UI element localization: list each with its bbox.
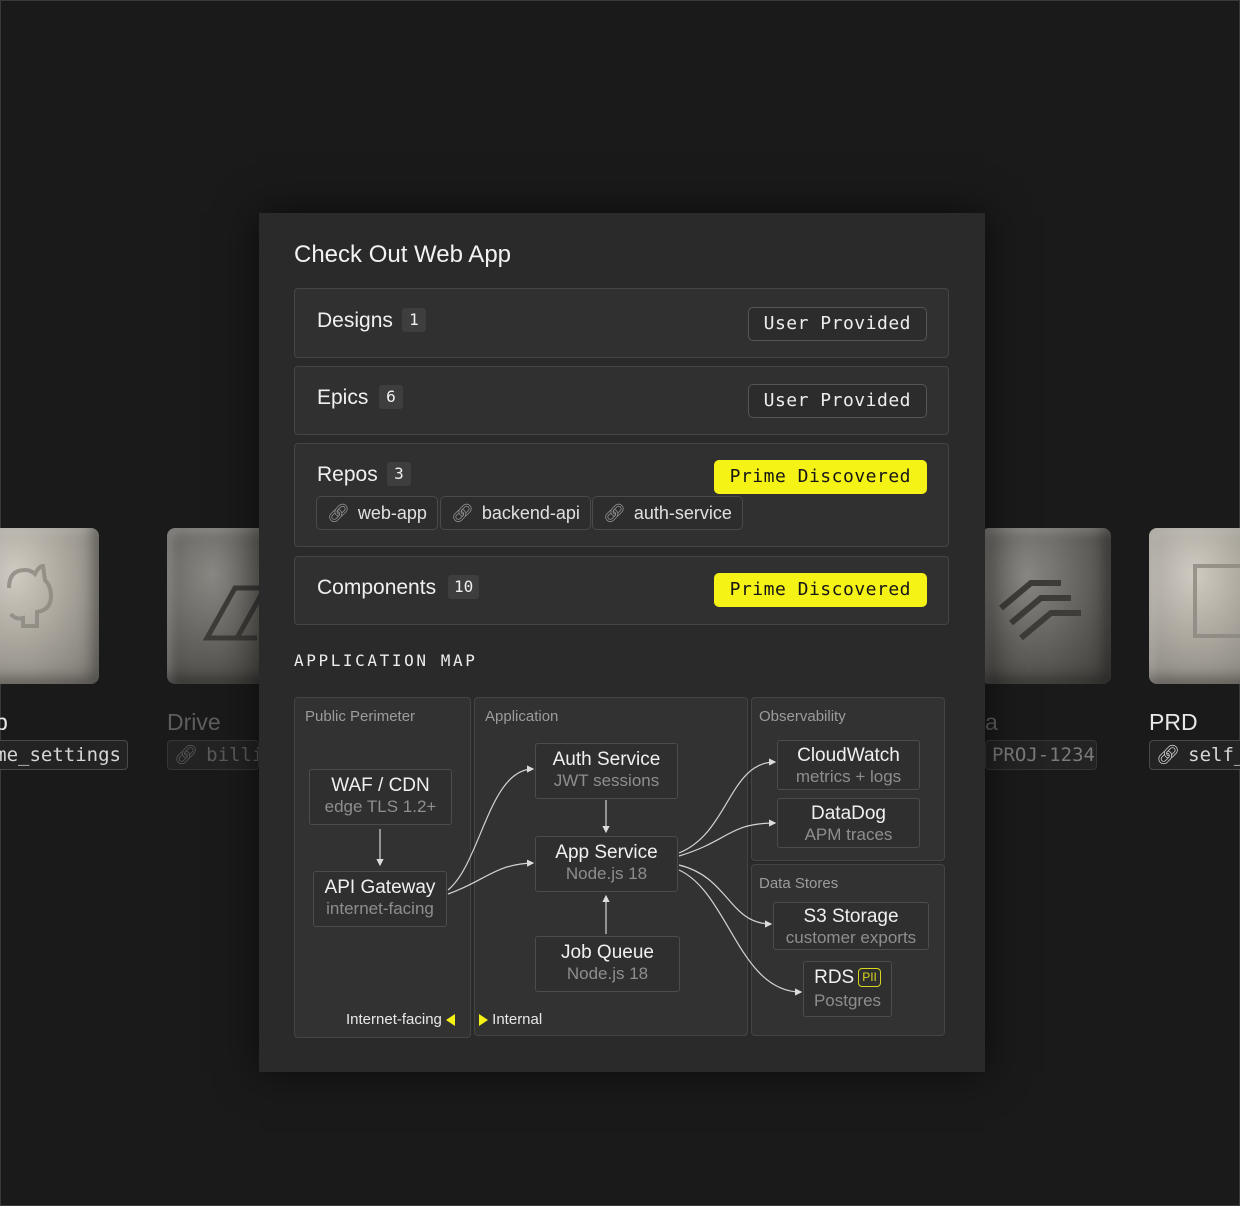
node-name: WAF / CDN xyxy=(331,775,430,796)
legend-label: Internal xyxy=(492,1011,543,1028)
application-map-title: APPLICATION MAP xyxy=(294,651,478,670)
node-sub: Node.js 18 xyxy=(566,964,649,983)
source-badge: Prime Discovered xyxy=(713,573,927,607)
arrow-left-icon xyxy=(446,1014,456,1027)
node-sub: Postgres xyxy=(813,991,882,1010)
node-sub: customer exports xyxy=(785,928,917,947)
node-name-text: RDS xyxy=(814,967,855,988)
node-sub: Node.js 18 xyxy=(565,864,648,883)
node-name: CloudWatch xyxy=(797,745,900,766)
node-s3-storage[interactable]: S3 Storage customer exports xyxy=(773,902,929,950)
row-title: Epics xyxy=(317,386,369,409)
node-cloudwatch[interactable]: CloudWatch metrics + logs xyxy=(777,740,920,790)
zone-title: Application xyxy=(485,708,559,725)
legend-internal: Internal xyxy=(479,1011,542,1028)
node-name: Auth Service xyxy=(552,749,661,770)
zone-title: Observability xyxy=(759,708,846,725)
link-icon: 🔗︎ xyxy=(603,502,626,523)
node-app-service[interactable]: App Service Node.js 18 xyxy=(535,836,678,892)
row-title: Repos xyxy=(317,463,378,486)
source-badge: User Provided xyxy=(747,384,927,418)
node-job-queue[interactable]: Job Queue Node.js 18 xyxy=(535,936,680,992)
node-sub: metrics + logs xyxy=(795,767,902,786)
node-name: App Service xyxy=(555,842,658,863)
arrow-right-icon xyxy=(479,1014,488,1027)
node-name: Job Queue xyxy=(561,942,654,963)
repos-row[interactable]: Repos 3 Prime Discovered 🔗︎ web-app 🔗︎ b… xyxy=(294,443,949,547)
tile-label: b xyxy=(0,709,8,735)
repo-name: web-app xyxy=(357,502,427,523)
tile-chip[interactable]: PROJ-1234 xyxy=(985,740,1097,770)
link-icon: 🔗︎ xyxy=(451,502,474,523)
tile-chip-text: me_settings xyxy=(0,744,121,766)
zone-public-perimeter: Public Perimeter xyxy=(294,697,471,1038)
zone-title: Data Stores xyxy=(759,875,839,892)
tile-label: PRD xyxy=(1149,709,1198,735)
tile-chip[interactable]: me_settings xyxy=(0,740,128,770)
designs-row[interactable]: Designs 1 User Provided xyxy=(294,288,949,358)
jira-icon xyxy=(999,580,1081,641)
row-title: Components xyxy=(317,576,437,599)
legend-label: Internet-facing xyxy=(346,1011,442,1028)
node-name: RDS PII xyxy=(804,967,891,989)
count-badge: 3 xyxy=(387,462,411,486)
node-sub: APM traces xyxy=(804,825,893,844)
node-sub: internet-facing xyxy=(326,899,434,918)
tile-chip[interactable]: 🔗︎ self_ xyxy=(1149,740,1240,770)
tile-label: Drive xyxy=(167,709,221,735)
tile-chip-text: billi xyxy=(206,744,259,766)
link-icon: 🔗︎ xyxy=(327,502,350,523)
legend-internet-facing: Internet-facing xyxy=(346,1011,456,1028)
repo-name: auth-service xyxy=(633,502,732,523)
document-tile[interactable] xyxy=(1149,528,1240,684)
node-sub: edge TLS 1.2+ xyxy=(324,797,437,816)
epics-row[interactable]: Epics 6 User Provided xyxy=(294,366,949,435)
panel-title: Check Out Web App xyxy=(294,241,512,268)
row-title: Designs xyxy=(317,309,393,332)
node-name: DataDog xyxy=(811,803,886,824)
tile-chip-text: self_ xyxy=(1188,744,1240,766)
document-icon xyxy=(1193,564,1240,638)
count-badge: 1 xyxy=(402,308,426,332)
tile-chip-text: PROJ-1234 xyxy=(992,744,1095,766)
node-name: S3 Storage xyxy=(803,906,899,927)
repo-chip-web-app[interactable]: 🔗︎ web-app xyxy=(316,496,438,530)
node-rds[interactable]: RDS PII Postgres xyxy=(803,961,892,1017)
source-badge: Prime Discovered xyxy=(713,460,927,494)
github-icon xyxy=(7,563,54,628)
repo-chip-auth-service[interactable]: 🔗︎ auth-service xyxy=(592,496,743,530)
node-auth-service[interactable]: Auth Service JWT sessions xyxy=(535,743,678,799)
node-name: API Gateway xyxy=(324,877,436,898)
tile-chip[interactable]: 🔗︎ billi xyxy=(167,740,259,770)
jira-tile[interactable] xyxy=(981,528,1111,684)
source-badge: User Provided xyxy=(747,307,927,341)
node-waf-cdn[interactable]: WAF / CDN edge TLS 1.2+ xyxy=(309,769,452,825)
project-panel: Check Out Web App Designs 1 User Provide… xyxy=(259,213,985,1072)
pii-badge: PII xyxy=(858,968,881,988)
count-badge: 10 xyxy=(448,575,480,599)
zone-title: Public Perimeter xyxy=(305,708,416,725)
tile-label: a xyxy=(985,709,998,735)
node-datadog[interactable]: DataDog APM traces xyxy=(777,798,920,848)
node-sub: JWT sessions xyxy=(553,771,660,790)
node-api-gateway[interactable]: API Gateway internet-facing xyxy=(313,871,447,927)
count-badge: 6 xyxy=(379,385,403,409)
components-row[interactable]: Components 10 Prime Discovered xyxy=(294,556,949,625)
github-tile[interactable] xyxy=(0,528,99,684)
link-icon: 🔗︎ xyxy=(174,745,199,766)
repo-name: backend-api xyxy=(481,502,580,523)
repo-chip-backend-api[interactable]: 🔗︎ backend-api xyxy=(440,496,591,530)
link-icon: 🔗︎ xyxy=(1156,745,1181,766)
